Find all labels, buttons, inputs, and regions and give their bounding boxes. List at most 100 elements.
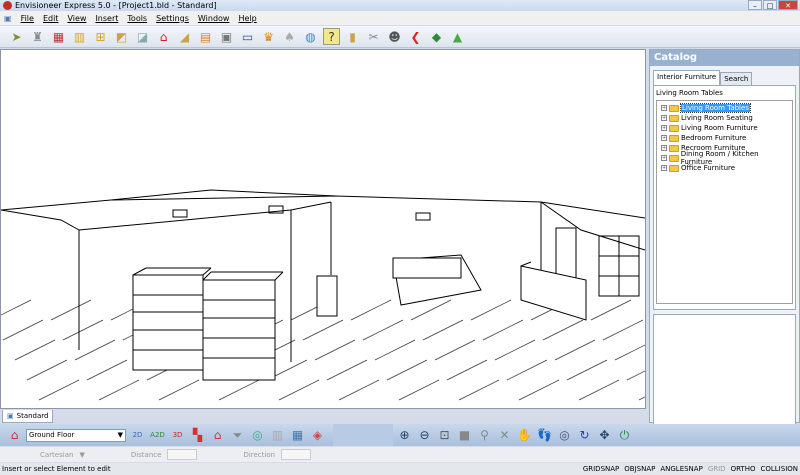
floor-plank-line	[398, 379, 440, 401]
tab-standard[interactable]: ▣ Standard	[2, 410, 54, 423]
minimize-button[interactable]: –	[748, 0, 762, 10]
person-help-icon[interactable]: ☻	[386, 28, 403, 45]
render-icon[interactable]: ◈	[309, 427, 326, 444]
distance-input[interactable]	[167, 449, 198, 460]
tree-item[interactable]: + Living Room Furniture	[661, 123, 788, 133]
floor-plank-line	[74, 339, 116, 361]
plant-icon[interactable]: ▲	[449, 28, 466, 45]
view-3d-icon[interactable]: 3D	[169, 427, 186, 444]
menu-edit[interactable]: Edit	[43, 14, 59, 23]
zoom-in-icon[interactable]: ⊕	[396, 427, 413, 444]
toggle-gridsnap[interactable]: GRIDSNAP	[583, 465, 619, 473]
orbit-icon[interactable]: ◎	[556, 427, 573, 444]
house-icon[interactable]: ⌂	[209, 427, 226, 444]
tree-icon[interactable]: ◆	[428, 28, 445, 45]
window-icon[interactable]: ⊞	[92, 28, 109, 45]
appliance-icon[interactable]: ▣	[218, 28, 235, 45]
floor-plank-line	[362, 319, 404, 341]
tree-item[interactable]: + Bedroom Furniture	[661, 133, 788, 143]
maximize-button[interactable]: □	[763, 0, 777, 10]
walk-icon[interactable]: 👣	[536, 427, 553, 444]
grid-icon[interactable]: ▦	[289, 427, 306, 444]
menu-settings[interactable]: Settings	[156, 14, 189, 23]
fit-icon[interactable]: ✕	[496, 427, 513, 444]
toggle-collision[interactable]: COLLISION	[760, 465, 798, 473]
menu-file[interactable]: File	[21, 14, 34, 23]
tree-item-label: Living Room Furniture	[681, 124, 758, 132]
coord-mode[interactable]: Cartesian	[40, 451, 73, 459]
folder-icon	[669, 124, 679, 132]
fixture-icon[interactable]: ◍	[302, 28, 319, 45]
folder-icon	[669, 104, 679, 112]
floor-plank-line	[302, 319, 344, 341]
expand-icon[interactable]: +	[661, 165, 667, 171]
expand-icon[interactable]: +	[661, 155, 667, 161]
zoom-extents-icon[interactable]: ■	[456, 427, 473, 444]
electronics-icon[interactable]: ▭	[239, 28, 256, 45]
tree-item[interactable]: + Living Room Seating	[661, 113, 788, 123]
toggle-ortho[interactable]: ORTHO	[731, 465, 756, 473]
layout-icon[interactable]: ▚	[189, 427, 206, 444]
direction-input[interactable]	[281, 449, 312, 460]
door-icon[interactable]: ▥	[71, 28, 88, 45]
move-icon[interactable]: ✥	[596, 427, 613, 444]
coord-mode-chevron-icon[interactable]: ▼	[79, 451, 84, 459]
status-bar: Insert or select Element to edit GRIDSNA…	[0, 463, 800, 475]
zoom-previous-icon[interactable]: ⚲	[476, 427, 493, 444]
rotate-icon[interactable]: ↻	[576, 427, 593, 444]
tree-item-label: Office Furniture	[681, 164, 736, 172]
expand-icon[interactable]: +	[661, 125, 667, 131]
menu-window[interactable]: Window	[198, 14, 230, 23]
book-icon[interactable]: ▮	[344, 28, 361, 45]
menu-bar: ▣ File Edit View Insert Tools Settings W…	[0, 11, 800, 25]
dresser-right	[202, 271, 284, 381]
roof-icon[interactable]: ⌂	[155, 28, 172, 45]
select-icon[interactable]: ➤	[8, 28, 25, 45]
close-button[interactable]: ✕	[778, 0, 798, 10]
lamp-icon[interactable]: ♠	[281, 28, 298, 45]
menu-tools[interactable]: Tools	[127, 14, 147, 23]
tab-search[interactable]: Search	[720, 72, 753, 85]
floor-select[interactable]: Ground Floor ▼	[26, 428, 126, 442]
tree-item[interactable]: + Living Room Tables	[661, 103, 788, 113]
filter-icon[interactable]: ⏷	[229, 427, 246, 444]
help-icon[interactable]: ?	[323, 28, 340, 45]
expand-icon[interactable]: +	[661, 145, 667, 151]
wall-icon[interactable]: ▦	[50, 28, 67, 45]
menu-help[interactable]: Help	[238, 14, 256, 23]
camera-icon[interactable]: ◎	[249, 427, 266, 444]
stairs-icon[interactable]: ◢	[176, 28, 193, 45]
expand-icon[interactable]: +	[661, 105, 667, 111]
catalog-title: Catalog	[650, 50, 799, 66]
toggle-anglesnap[interactable]: ANGLESNAP	[660, 465, 702, 473]
floor-plank-line	[0, 299, 32, 316]
toggle-grid[interactable]: GRID	[708, 465, 726, 473]
undo-icon[interactable]: ❮	[407, 28, 424, 45]
distance-label: Distance	[130, 450, 162, 459]
view-2d-icon[interactable]: 2D	[129, 427, 146, 444]
power-icon[interactable]: ⏻	[616, 427, 633, 444]
tools-icon[interactable]: ✂	[365, 28, 382, 45]
cabinet-icon[interactable]: ▤	[197, 28, 214, 45]
menu-view[interactable]: View	[67, 14, 86, 23]
expand-icon[interactable]: +	[661, 135, 667, 141]
pan-icon[interactable]: ✋	[516, 427, 533, 444]
3d-viewport[interactable]	[0, 49, 740, 409]
doc-icon: ▣	[4, 13, 12, 23]
paint-icon[interactable]: ♜	[29, 28, 46, 45]
catalog-tree[interactable]: + Living Room Tables + Living Room Seating +…	[656, 100, 793, 304]
zoom-window-icon[interactable]: ⊡	[436, 427, 453, 444]
furniture-icon[interactable]: ♛	[260, 28, 277, 45]
view-a2d-icon[interactable]: A2D	[149, 427, 166, 444]
window-title: Envisioneer Express 5.0 - [Project1.bld …	[15, 1, 217, 10]
zoom-out-icon[interactable]: ⊖	[416, 427, 433, 444]
toggle-objsnap[interactable]: OBJSNAP	[624, 465, 655, 473]
folder-icon	[669, 154, 679, 162]
wall-view-icon[interactable]: ▥	[269, 427, 286, 444]
railing-icon[interactable]: ◩	[113, 28, 130, 45]
tab-interior-furniture[interactable]: Interior Furniture	[653, 70, 721, 85]
menu-insert[interactable]: Insert	[95, 14, 118, 23]
floor-icon[interactable]: ◪	[134, 28, 151, 45]
tree-item[interactable]: + Dining Room / Kitchen Furniture	[661, 150, 788, 166]
expand-icon[interactable]: +	[661, 115, 667, 121]
